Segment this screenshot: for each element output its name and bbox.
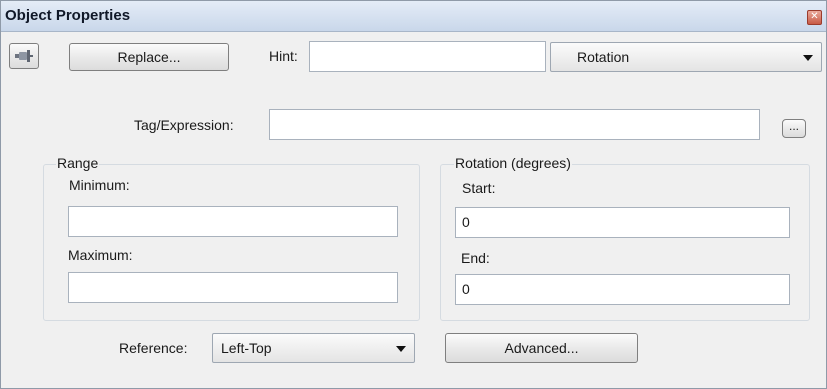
minimum-input[interactable] bbox=[68, 206, 398, 237]
chevron-down-icon bbox=[803, 55, 813, 61]
maximum-label: Maximum: bbox=[68, 247, 133, 263]
end-label: End: bbox=[461, 250, 490, 266]
animation-type-value: Rotation bbox=[577, 49, 630, 65]
pin-icon bbox=[15, 50, 33, 62]
tag-expression-input[interactable] bbox=[269, 109, 760, 140]
end-input[interactable]: 0 bbox=[455, 274, 790, 305]
reference-select[interactable]: Left-Top bbox=[212, 333, 415, 363]
start-input[interactable]: 0 bbox=[455, 207, 790, 238]
reference-label: Reference: bbox=[119, 340, 188, 356]
object-properties-window: Object Properties ✕ Replace... Hint: Rot… bbox=[0, 0, 827, 389]
advanced-button[interactable]: Advanced... bbox=[445, 333, 638, 363]
rotation-legend: Rotation (degrees) bbox=[454, 155, 572, 171]
minimum-label: Minimum: bbox=[69, 177, 130, 193]
chevron-down-icon bbox=[396, 346, 406, 352]
replace-button[interactable]: Replace... bbox=[69, 43, 229, 71]
close-icon[interactable]: ✕ bbox=[807, 10, 822, 25]
tag-expression-label: Tag/Expression: bbox=[134, 117, 234, 133]
window-title: Object Properties bbox=[5, 7, 131, 24]
range-legend: Range bbox=[56, 155, 100, 171]
title-bar: Object Properties ✕ bbox=[1, 1, 826, 32]
browse-button[interactable]: ... bbox=[782, 119, 806, 138]
hint-label: Hint: bbox=[269, 48, 298, 64]
animation-type-select[interactable]: Rotation bbox=[550, 42, 822, 72]
reference-value: Left-Top bbox=[221, 340, 272, 356]
pin-button[interactable] bbox=[9, 43, 39, 69]
maximum-input[interactable] bbox=[68, 272, 398, 303]
hint-input[interactable] bbox=[309, 41, 546, 72]
start-label: Start: bbox=[462, 180, 496, 196]
